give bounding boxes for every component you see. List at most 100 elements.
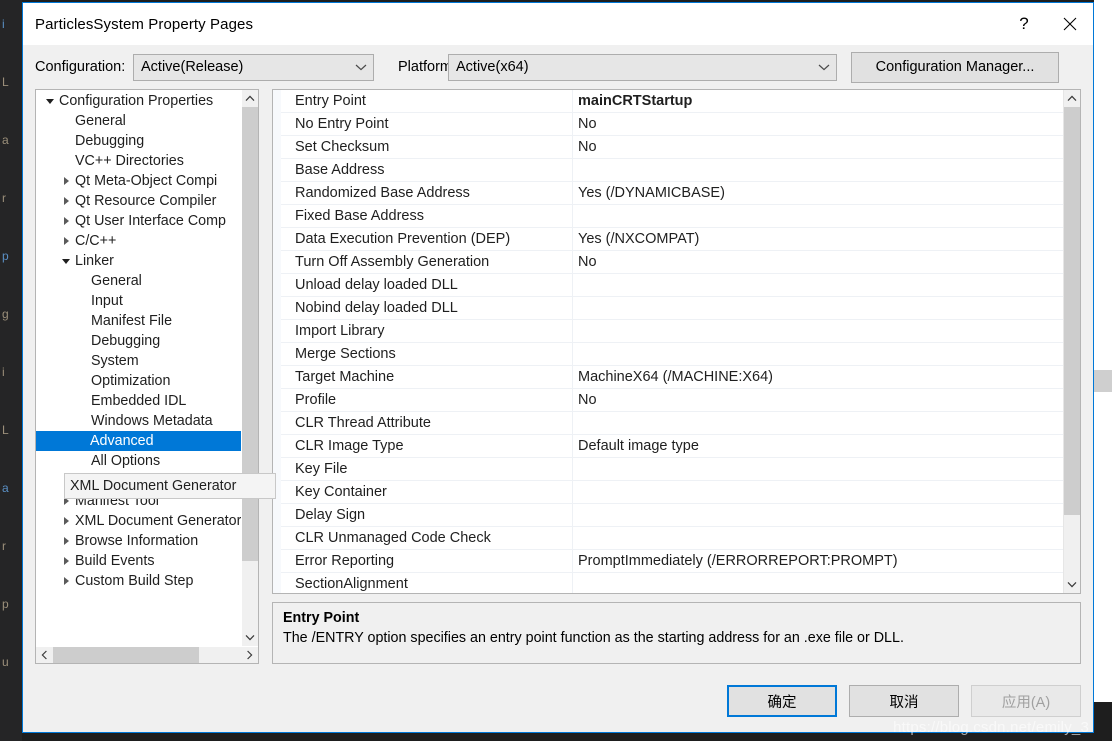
tree-item-label: XML Document Generator [75,513,241,529]
property-row[interactable]: Key File [273,458,1063,481]
tree-item-all-options[interactable]: All Options [36,451,241,471]
chevron-right-icon[interactable] [58,577,74,585]
tree-scroll-down-button[interactable] [242,629,258,646]
description-title: Entry Point [283,610,360,626]
chevron-down-icon [1067,581,1077,588]
property-value[interactable]: PromptImmediately (/ERRORREPORT:PROMPT) [573,550,1063,572]
help-button[interactable]: ? [1001,3,1047,45]
grid-scroll-down-button[interactable] [1064,576,1080,593]
tree-item-optimization[interactable]: Optimization [36,371,241,391]
property-row[interactable]: Entry Point mainCRTStartup [273,90,1063,113]
chevron-right-icon[interactable] [58,237,74,245]
tree-item-qt-meta-object-compi[interactable]: Qt Meta-Object Compi [36,171,241,191]
tree-item-qt-resource-compiler[interactable]: Qt Resource Compiler [36,191,241,211]
tree-scroll-right-button[interactable] [241,647,258,663]
chevron-down-icon[interactable] [42,98,58,104]
property-row[interactable]: Randomized Base Address Yes (/DYNAMICBASE… [273,182,1063,205]
chevron-right-icon[interactable] [58,537,74,545]
property-value[interactable]: MachineX64 (/MACHINE:X64) [573,366,1063,388]
chevron-right-icon[interactable] [58,217,74,225]
property-value[interactable]: Yes (/DYNAMICBASE) [573,182,1063,204]
property-row[interactable]: CLR Unmanaged Code Check [273,527,1063,550]
property-row[interactable]: No Entry Point No [273,113,1063,136]
tree-scroll-track[interactable] [242,107,258,629]
grid-vertical-scrollbar[interactable] [1063,90,1080,593]
chevron-down-icon[interactable] [58,258,74,264]
property-row[interactable]: Delay Sign [273,504,1063,527]
backdrop-glyph: L [2,75,9,89]
close-button[interactable] [1047,3,1093,45]
property-row[interactable]: Target Machine MachineX64 (/MACHINE:X64) [273,366,1063,389]
tree-item-c-c[interactable]: C/C++ [36,231,241,251]
property-grid[interactable]: Entry Point mainCRTStartup No Entry Point N… [273,90,1063,593]
tree-item-configuration-properties[interactable]: Configuration Properties [36,91,241,111]
grid-scroll-up-button[interactable] [1064,90,1080,107]
property-row[interactable]: Turn Off Assembly Generation No [273,251,1063,274]
property-row[interactable]: Profile No [273,389,1063,412]
configuration-dropdown[interactable]: Active(Release) [133,53,374,81]
property-value[interactable]: No [573,251,1063,273]
property-row[interactable]: SectionAlignment [273,573,1063,593]
property-row[interactable]: Data Execution Prevention (DEP) Yes (/NXC… [273,228,1063,251]
property-value[interactable]: Default image type [573,435,1063,457]
chevron-right-icon[interactable] [58,517,74,525]
tree-hscroll-thumb[interactable] [53,647,199,663]
tree-item-general[interactable]: General [36,111,241,131]
tree-item-embedded-idl[interactable]: Embedded IDL [36,391,241,411]
tree-item-windows-metadata[interactable]: Windows Metadata [36,411,241,431]
property-row[interactable]: Unload delay loaded DLL [273,274,1063,297]
tree-item-advanced[interactable]: Advanced [36,431,241,451]
tree-scroll-left-button[interactable] [36,647,53,663]
property-row[interactable]: Set Checksum No [273,136,1063,159]
tree-item-linker[interactable]: Linker [36,251,241,271]
property-row[interactable]: Base Address [273,159,1063,182]
chevron-right-icon[interactable] [58,557,74,565]
tree-horizontal-scrollbar[interactable] [36,646,258,663]
property-row[interactable]: CLR Image Type Default image type [273,435,1063,458]
property-value[interactable]: No [573,113,1063,135]
chevron-right-icon[interactable] [58,197,74,205]
property-value[interactable]: mainCRTStartup [573,90,1063,112]
tree-item-debugging[interactable]: Debugging [36,131,241,151]
tree-item-system[interactable]: System [36,351,241,371]
tree-hscroll-track[interactable] [53,647,241,663]
tree-item-input[interactable]: Input [36,291,241,311]
cancel-button[interactable]: 取消 [849,685,959,717]
property-row[interactable]: Key Container [273,481,1063,504]
grid-scroll-track[interactable] [1064,107,1080,576]
property-row[interactable]: Fixed Base Address [273,205,1063,228]
chevron-up-icon [1067,95,1077,102]
property-row[interactable]: Merge Sections [273,343,1063,366]
tree-item-custom-build-step[interactable]: Custom Build Step [36,571,241,591]
backdrop-glyph: p [2,597,9,611]
tree-item-vc-directories[interactable]: VC++ Directories [36,151,241,171]
tree-item-general[interactable]: General [36,271,241,291]
tree-item-debugging[interactable]: Debugging [36,331,241,351]
property-row[interactable]: Import Library [273,320,1063,343]
configuration-manager-button[interactable]: Configuration Manager... [851,51,1059,83]
property-tree[interactable]: Configuration Properties General Debugging… [36,90,241,646]
property-name: Turn Off Assembly Generation [273,251,573,273]
property-row[interactable]: CLR Thread Attribute [273,412,1063,435]
tree-item-browse-information[interactable]: Browse Information [36,531,241,551]
property-value[interactable]: No [573,136,1063,158]
property-value[interactable]: Yes (/NXCOMPAT) [573,228,1063,250]
property-value[interactable]: No [573,389,1063,411]
tree-item-xml-document-generator[interactable]: XML Document Generator [36,511,241,531]
dialog-body: Configuration Properties General Debugging… [23,89,1093,670]
tree-item-label: Advanced [90,433,154,449]
chevron-right-icon[interactable] [58,177,74,185]
tree-item-build-events[interactable]: Build Events [36,551,241,571]
tree-item-qt-user-interface-comp[interactable]: Qt User Interface Comp [36,211,241,231]
ok-button[interactable]: 确定 [727,685,837,717]
titlebar-buttons: ? [1001,3,1093,45]
tree-vertical-scrollbar[interactable] [241,90,258,646]
tree-item-manifest-file[interactable]: Manifest File [36,311,241,331]
property-name: Profile [273,389,573,411]
apply-button[interactable]: 应用(A) [971,685,1081,717]
property-row[interactable]: Error Reporting PromptImmediately (/ERROR… [273,550,1063,573]
tree-scroll-up-button[interactable] [242,90,258,107]
grid-scroll-thumb[interactable] [1064,107,1080,515]
property-row[interactable]: Nobind delay loaded DLL [273,297,1063,320]
platform-dropdown[interactable]: Active(x64) [448,53,837,81]
